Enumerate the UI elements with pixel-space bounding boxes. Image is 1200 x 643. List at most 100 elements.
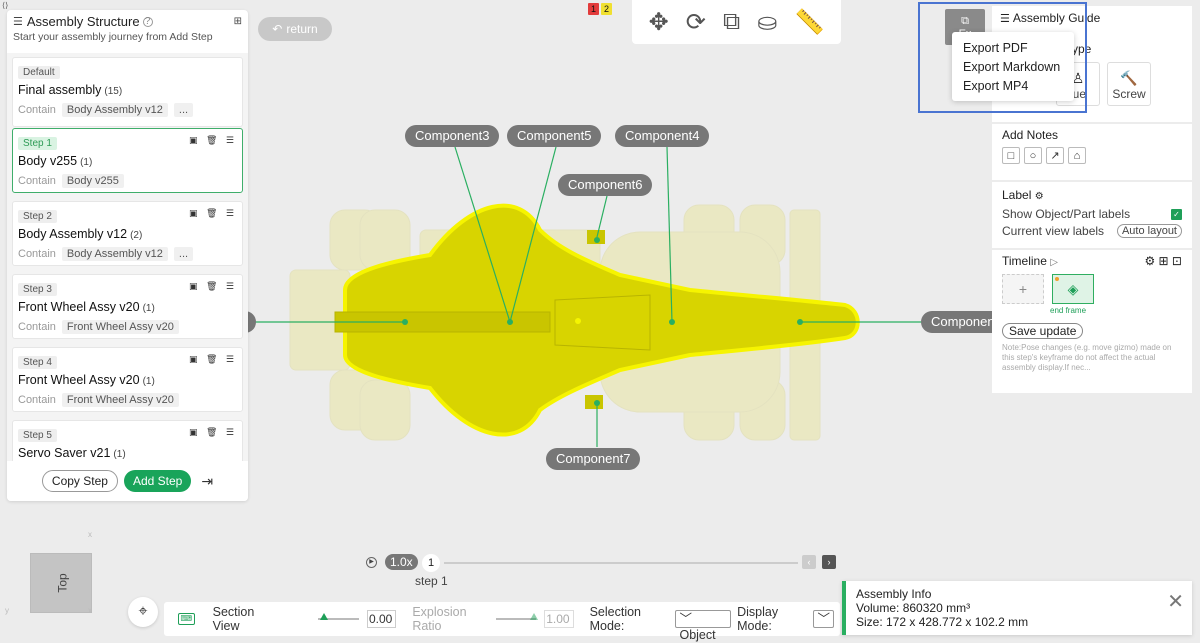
help-icon[interactable]: ?: [142, 16, 153, 27]
circle-note-icon[interactable]: ○: [1024, 147, 1042, 164]
exit-icon[interactable]: ⇥: [201, 473, 213, 490]
play-icon[interactable]: ▶: [366, 557, 377, 568]
step-count: (1): [142, 376, 155, 387]
current-view-labels-text: Current view labels: [1002, 224, 1105, 238]
type-screw-label: Screw: [1112, 87, 1146, 101]
contain-label: Contain: [18, 248, 56, 260]
ruler-icon[interactable]: 📏: [795, 8, 825, 37]
component-label-3[interactable]: Component3: [405, 125, 500, 147]
add-step-button[interactable]: Add Step: [123, 470, 192, 492]
step-tag: Default: [18, 66, 60, 79]
close-icon[interactable]: ✕: [1167, 592, 1184, 612]
bottom-toolbar: ⌨ Section View 0.00 Explosion Ratio 1.00…: [164, 602, 840, 642]
explode-icon[interactable]: ⧉: [723, 8, 740, 36]
display-mode-select[interactable]: ﹀: [813, 610, 834, 628]
label-section: Label ⚙ Show Object/Part labels ✓ Curren…: [992, 182, 1192, 248]
explosion-ratio-input[interactable]: 1.00: [543, 610, 574, 628]
contain-chip: Body v255: [61, 174, 124, 188]
component-label-7[interactable]: Component7: [546, 448, 641, 470]
step-actions[interactable]: ▣ 🗑 ☰: [189, 208, 237, 219]
axis-x2-label: x: [88, 606, 92, 615]
section-view-slider[interactable]: [318, 613, 359, 620]
view-cube-label: Top: [55, 573, 70, 593]
step-card-1[interactable]: Step 1 ▣ 🗑 ☰ Body v255 (1) Contain Body v2…: [12, 128, 243, 193]
rotate-icon[interactable]: ⟳: [686, 8, 706, 37]
focus-view-button[interactable]: ⌖: [128, 597, 158, 627]
contain-label: Contain: [18, 104, 56, 116]
step-card-2[interactable]: Step 2 ▣ 🗑 ☰ Body Assembly v12 (2) Contai…: [12, 201, 243, 266]
corner-toggle-icon[interactable]: ⟨⟩: [2, 1, 8, 10]
explosion-ratio-slider[interactable]: [495, 613, 538, 620]
step-actions[interactable]: ▣ 🗑 ☰: [189, 281, 237, 292]
arrow-note-icon[interactable]: ↗: [1046, 147, 1064, 164]
section-view-input[interactable]: 0.00: [366, 610, 397, 628]
label-title: Label: [1002, 188, 1032, 202]
component-label-6[interactable]: Component6: [558, 174, 653, 196]
warning-count-badge[interactable]: 2: [601, 3, 612, 15]
rectangle-note-icon[interactable]: □: [1002, 147, 1020, 164]
timeline-play-icon[interactable]: ▷: [1050, 257, 1058, 268]
top-toolbar: ✥ ⟳ ⧉ ⛀ 📏: [632, 0, 841, 44]
assembly-structure-panel: ☰ Assembly Structure ? ⊞ Start your asse…: [7, 10, 248, 501]
step-card-4[interactable]: Step 4 ▣ 🗑 ☰ Front Wheel Assy v20 (1) Con…: [12, 347, 243, 412]
add-notes-section: Add Notes □ ○ ↗ ⌂: [992, 124, 1192, 180]
axis-y-label: y: [5, 606, 9, 615]
timeline-section: Timeline ▷ ⚙ ⊞ ⊡ + ◈ end frame Save upda…: [992, 250, 1192, 393]
contain-label: Contain: [18, 394, 56, 406]
show-labels-checkbox[interactable]: ✓: [1171, 208, 1182, 220]
component-label-4[interactable]: Component4: [615, 125, 710, 147]
step-actions[interactable]: ▣ 🗑 ☰: [189, 427, 237, 438]
type-screw-button[interactable]: 🔨 Screw: [1107, 62, 1151, 106]
info-volume: Volume: 860320 mm³: [856, 601, 971, 615]
auto-layout-button[interactable]: Auto layout: [1116, 224, 1182, 238]
playback-bar: ▶ 1.0x 1 step 1 ‹ ›: [360, 553, 840, 593]
playback-speed[interactable]: 1.0x: [385, 554, 418, 570]
step-count: (1): [142, 303, 155, 314]
step-actions[interactable]: ▣ 🗑 ☰: [189, 135, 237, 146]
paint-bucket-icon[interactable]: ⛀: [757, 8, 777, 37]
prev-step-button[interactable]: ‹: [802, 555, 816, 569]
step-tag: Step 2: [18, 210, 57, 223]
keyboard-icon[interactable]: ⌨: [178, 613, 195, 625]
contain-more-chip[interactable]: ...: [173, 103, 194, 117]
grid-icon[interactable]: ⊞: [234, 16, 242, 27]
step-name: Servo Saver v21: [18, 446, 111, 460]
tag-note-icon[interactable]: ⌂: [1068, 147, 1086, 164]
view-cube[interactable]: Top: [30, 553, 92, 613]
timeline-tools-icon[interactable]: ⚙ ⊞ ⊡: [1144, 254, 1182, 268]
step-tag: Step 4: [18, 356, 57, 369]
contain-chip: Body Assembly v12: [61, 103, 168, 117]
return-label: return: [286, 22, 318, 36]
step-card-5[interactable]: Step 5 ▣ 🗑 ☰ Servo Saver v21 (1): [12, 420, 243, 463]
step-marker[interactable]: 1: [422, 554, 440, 572]
copy-step-button[interactable]: Copy Step: [41, 470, 118, 492]
save-update-button[interactable]: Save update: [1002, 323, 1084, 339]
label-settings-icon[interactable]: ⚙: [1035, 191, 1044, 202]
contain-more-chip[interactable]: ...: [173, 247, 194, 261]
selection-mode-select[interactable]: ﹀ Object: [675, 610, 732, 642]
axis-x-label: x: [88, 530, 92, 539]
step-name: Final assembly: [18, 83, 102, 97]
step-card-3[interactable]: Step 3 ▣ 🗑 ☰ Front Wheel Assy v20 (1) Con…: [12, 274, 243, 339]
step-list[interactable]: Default Final assembly (15) Contain Body A…: [7, 53, 248, 463]
step-count: (1): [113, 449, 126, 460]
display-mode-label: Display Mode:: [737, 605, 779, 633]
component-label-5[interactable]: Component5: [507, 125, 602, 147]
info-title: Assembly Info: [856, 587, 932, 601]
move-gizmo-icon[interactable]: ✥: [649, 8, 669, 37]
end-frame-label: end frame: [1050, 306, 1087, 315]
add-keyframe-button[interactable]: +: [1002, 274, 1044, 304]
playback-track[interactable]: [444, 562, 798, 564]
error-count-badge[interactable]: 1: [588, 3, 599, 15]
info-size: Size: 172 x 428.772 x 102.2 mm: [856, 615, 1029, 629]
next-step-button[interactable]: ›: [822, 555, 836, 569]
step-count: (1): [80, 157, 93, 168]
step-marker-label: step 1: [415, 574, 448, 588]
panel-subtitle: Start your assembly journey from Add Ste…: [13, 31, 213, 43]
step-card-default[interactable]: Default Final assembly (15) Contain Body A…: [12, 57, 243, 127]
end-keyframe[interactable]: ◈: [1052, 274, 1094, 304]
contain-chip: Front Wheel Assy v20: [61, 320, 179, 334]
step-actions[interactable]: ▣ 🗑 ☰: [189, 354, 237, 365]
return-button[interactable]: ↶ return: [258, 17, 332, 41]
step-name: Front Wheel Assy v20: [18, 373, 140, 387]
